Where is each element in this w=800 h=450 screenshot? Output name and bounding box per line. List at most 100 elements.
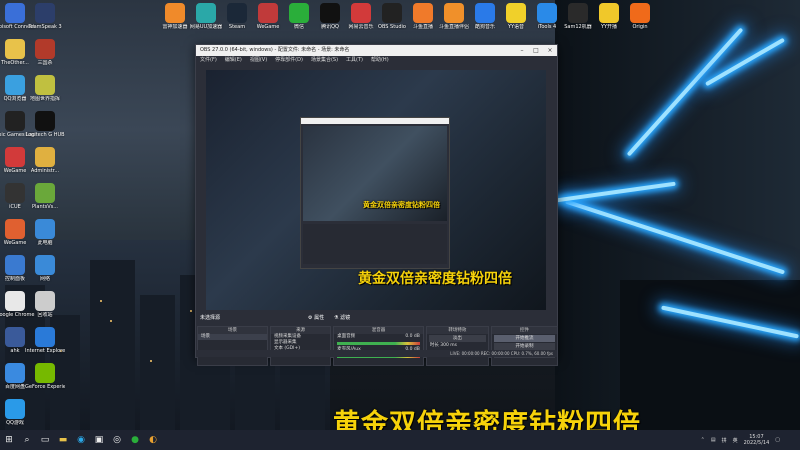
- desktop-icon[interactable]: TeamSpeak 3: [25, 3, 65, 30]
- desktop-icon[interactable]: 地图世界指挥: [25, 75, 65, 102]
- desktop-icon[interactable]: 此电脑: [25, 219, 65, 246]
- app-icon: [630, 3, 650, 23]
- desktop-icon[interactable]: QQ游戏: [0, 399, 35, 426]
- transition-select[interactable]: 淡出: [428, 335, 486, 342]
- app-icon: [5, 255, 25, 275]
- maximize-icon[interactable]: □: [529, 45, 543, 56]
- menu-file[interactable]: 文件(F): [200, 56, 217, 65]
- app-icon: [382, 3, 402, 23]
- desktop-icon-label: Logitech G HUB: [25, 132, 65, 138]
- sources-dock: 来源 视频采集设备 显示器采集 文本 (GDI+) 文本 (GDI+): [270, 326, 332, 366]
- desktop-icon-label: 回收站: [37, 312, 53, 318]
- system-tray: ⌃ ▤ 拼 英 15:07 2022/5/14 ▢: [701, 430, 780, 450]
- properties-button[interactable]: ⚙ 属性: [308, 313, 324, 323]
- start-icon[interactable]: ⊞: [0, 430, 18, 450]
- notification-icon[interactable]: ▢: [775, 437, 780, 443]
- app-icon: [35, 111, 55, 131]
- start-recording-button[interactable]: 开始录制: [493, 343, 555, 350]
- app-icon: [35, 183, 55, 203]
- desktop-icon[interactable]: Administr...: [25, 147, 65, 174]
- mixer-dock: 混音器 桌面音频 0.0 dB 麦克风/Aux 0.0 dB: [333, 326, 424, 366]
- source-toolbar: 未选择源 ⚙ 属性 ⚗ 滤镜: [196, 313, 557, 323]
- desktop-icon[interactable]: Logitech G HUB: [25, 111, 65, 138]
- desktop-icon[interactable]: Origin: [620, 3, 660, 30]
- sources-dock-title: 来源: [271, 327, 331, 334]
- menu-view[interactable]: 视图(V): [250, 56, 267, 65]
- lang-indicator-2[interactable]: 英: [733, 437, 738, 444]
- menu-help[interactable]: 帮助(H): [371, 56, 389, 65]
- obs-menu-bar: 文件(F) 编辑(E) 视图(V) 停靠部件(D) 场景集合(S) 工具(T) …: [196, 56, 557, 65]
- obs-title-text: OBS 27.0.0 (64-bit, windows) - 配置文件: 未命名…: [200, 47, 350, 53]
- clock-date: 2022/5/14: [743, 440, 770, 446]
- scenes-dock-title: 场景: [198, 327, 267, 334]
- start-streaming-button[interactable]: 开始推流: [493, 335, 555, 342]
- app-icon: [5, 39, 25, 59]
- app-icon: [351, 3, 371, 23]
- properties-label: 属性: [314, 315, 325, 321]
- desktop-icon[interactable]: PlantsVs...: [25, 183, 65, 210]
- duration-input[interactable]: 300 ms: [440, 343, 457, 348]
- app-icon: [35, 75, 55, 95]
- menu-tools[interactable]: 工具(T): [346, 56, 363, 65]
- nested-obs-preview: 黄金双倍亲密度钻粉四倍: [300, 117, 450, 269]
- app-icon: [5, 327, 25, 347]
- controls-dock-title: 控件: [491, 327, 557, 334]
- filters-button[interactable]: ⚗ 滤镜: [334, 313, 350, 323]
- obs-window[interactable]: OBS 27.0.0 (64-bit, windows) - 配置文件: 未命名…: [195, 44, 558, 366]
- app-icon: [475, 3, 495, 23]
- desktop-icon-label: PlantsVs...: [32, 204, 58, 210]
- task-view-icon[interactable]: ▭: [36, 430, 54, 450]
- obs-taskbar-icon[interactable]: ◎: [108, 430, 126, 450]
- nested-overlay-text: 黄金双倍亲密度钻粉四倍: [363, 201, 440, 209]
- transitions-dock: 转场特效 淡出 时长 300 ms: [425, 326, 489, 366]
- app-icon: [5, 291, 25, 311]
- network-icon[interactable]: ▤: [711, 437, 716, 443]
- desktop-icon-label: TeamSpeak 3: [28, 24, 62, 30]
- app-icon: [5, 219, 25, 239]
- close-icon[interactable]: ×: [543, 45, 557, 56]
- mixer-dock-title: 混音器: [334, 327, 423, 334]
- menu-scene-collection[interactable]: 场景集合(S): [311, 56, 338, 65]
- clock[interactable]: 15:07 2022/5/14: [744, 434, 770, 446]
- menu-edit[interactable]: 编辑(E): [225, 56, 242, 65]
- edge-icon[interactable]: ◉: [72, 430, 90, 450]
- transitions-dock-title: 转场特效: [426, 327, 488, 334]
- app-icon: [5, 399, 25, 419]
- app-icon: [35, 327, 55, 347]
- desktop-icon[interactable]: Internet Explorer: [25, 327, 65, 354]
- desktop-icon[interactable]: GeForce Experience: [25, 363, 65, 390]
- app-icon: [35, 291, 55, 311]
- app-icon: [5, 363, 25, 383]
- app-icon: [289, 3, 309, 23]
- taskbar: ⊞ ⌕ ▭ ▬ ◉ ▣ ◎ ● ◐ ⌃ ▤ 拼 英 15:07 2022/5/1…: [0, 430, 800, 450]
- duration-label: 时长: [429, 343, 439, 348]
- scene-item[interactable]: 场景: [198, 334, 267, 340]
- app-icon: [35, 3, 55, 23]
- filters-label: 滤镜: [340, 315, 351, 321]
- chrome-taskbar-icon[interactable]: ◐: [144, 430, 162, 450]
- preview-overlay-text: 黄金双倍亲密度钻粉四倍: [358, 271, 512, 287]
- file-explorer-icon[interactable]: ▬: [54, 430, 72, 450]
- obs-title-bar[interactable]: OBS 27.0.0 (64-bit, windows) - 配置文件: 未命名…: [196, 45, 557, 56]
- obs-preview[interactable]: 黄金双倍亲密度钻粉四倍 黄金双倍亲密度钻粉四倍: [206, 70, 546, 310]
- app-icon: [165, 3, 185, 23]
- search-icon[interactable]: ⌕: [18, 430, 36, 450]
- app-icon: [506, 3, 526, 23]
- store-icon[interactable]: ▣: [90, 430, 108, 450]
- app-icon: [5, 111, 25, 131]
- desktop-icon[interactable]: 三国杀: [25, 39, 65, 66]
- wechat-taskbar-icon[interactable]: ●: [126, 430, 144, 450]
- menu-docks[interactable]: 停靠部件(D): [275, 56, 303, 65]
- desktop-icon-label: QQ游戏: [6, 420, 24, 426]
- desktop-icon[interactable]: 回收站: [25, 291, 65, 318]
- app-icon: [5, 183, 25, 203]
- app-icon: [227, 3, 247, 23]
- desktop-icon[interactable]: 网络: [25, 255, 65, 282]
- obs-docks: 场景 场景 来源 视频采集设备 显示器采集 文本 (GDI+) 文本 (GDI+…: [196, 326, 559, 366]
- volume-meter[interactable]: [337, 342, 420, 345]
- lang-indicator[interactable]: 拼: [722, 437, 727, 444]
- desktop-icon-label: 地图世界指挥: [29, 96, 60, 102]
- minimize-icon[interactable]: –: [515, 45, 529, 56]
- chevron-up-icon[interactable]: ⌃: [701, 437, 705, 443]
- app-icon: [568, 3, 588, 23]
